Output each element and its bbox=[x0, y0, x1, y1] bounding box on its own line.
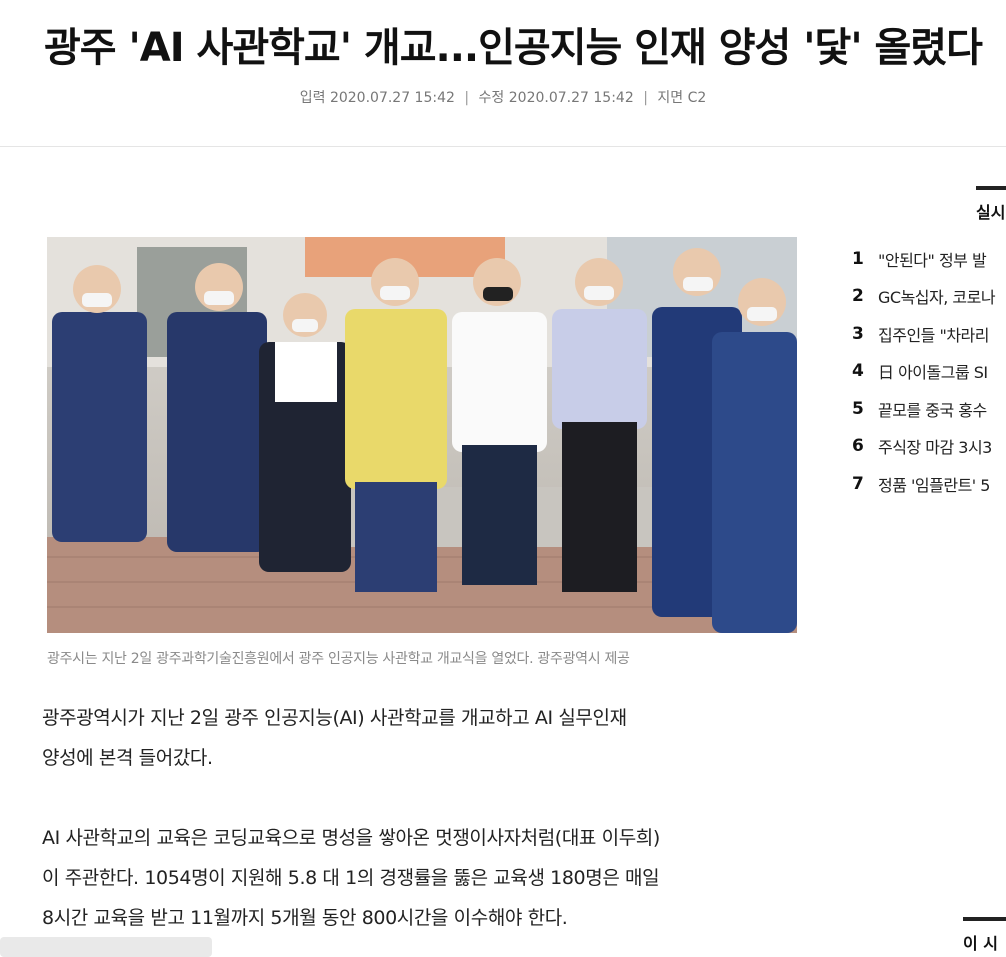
paragraph-line: 이 주관한다. 1054명이 지원해 5.8 대 1의 경쟁률을 뚫은 교육생 … bbox=[42, 867, 660, 889]
ranking-title-bar bbox=[976, 186, 1006, 190]
horizontal-scrollbar[interactable] bbox=[0, 937, 212, 957]
paragraph-line: 8시간 교육을 받고 11월까지 5개월 동안 800시간을 이수해야 한다. bbox=[42, 907, 568, 929]
article-header: 광주 'AI 사관학교' 개교...인공지능 인재 양성 '닻' 올렸다 입력 … bbox=[0, 0, 1006, 147]
ceremony-photo-illustration bbox=[47, 237, 797, 633]
paragraph-line: 광주광역시가 지난 2일 광주 인공지능(AI) 사관학교를 개교하고 AI 실… bbox=[42, 707, 627, 729]
meta-divider: | bbox=[643, 90, 648, 106]
ranking-item[interactable]: 6 주식장 마감 3시3 bbox=[852, 428, 1006, 466]
rank-title[interactable]: 끝모를 중국 홍수 bbox=[878, 397, 987, 421]
rank-number: 7 bbox=[852, 473, 864, 494]
paragraph-line: AI 사관학교의 교육은 코딩교육으로 명성을 쌓아온 멋쟁이사자처럼(대표 이… bbox=[42, 827, 660, 849]
rank-number: 1 bbox=[852, 248, 864, 269]
article-photo bbox=[47, 237, 797, 633]
ranking-item[interactable]: 7 정품 '임플란트' 5 bbox=[852, 465, 1006, 503]
rank-title[interactable]: 주식장 마감 3시3 bbox=[878, 434, 992, 458]
rank-number: 4 bbox=[852, 361, 864, 382]
article-headline: 광주 'AI 사관학교' 개교...인공지능 인재 양성 '닻' 올렸다 bbox=[44, 25, 983, 71]
ranking-item[interactable]: 4 日 아이돌그룹 SI bbox=[852, 353, 1006, 391]
section2-title-bar bbox=[963, 917, 1006, 921]
photo-caption: 광주시는 지난 2일 광주과학기술진흥원에서 광주 인공지능 사관학교 개교식을… bbox=[47, 651, 630, 667]
rank-number: 5 bbox=[852, 398, 864, 419]
rank-title[interactable]: 정품 '임플란트' 5 bbox=[878, 472, 990, 496]
rank-number: 6 bbox=[852, 436, 864, 457]
input-time: 2020.07.27 15:42 bbox=[329, 90, 455, 106]
rank-title[interactable]: "안된다" 정부 발 bbox=[878, 247, 987, 271]
paragraph-line: 양성에 본격 들어갔다. bbox=[42, 747, 213, 769]
section2-title: 이 시 bbox=[963, 934, 999, 953]
rank-number: 2 bbox=[852, 286, 864, 307]
ranking-item[interactable]: 2 GC녹십자, 코로나 bbox=[852, 278, 1006, 316]
ranking-list: 1 "안된다" 정부 발 2 GC녹십자, 코로나 3 집주인들 "차라리 4 … bbox=[852, 240, 1006, 503]
page-label: 지면 bbox=[657, 90, 684, 106]
meta-divider: | bbox=[464, 90, 470, 106]
edit-time: 2020.07.27 15:42 bbox=[508, 90, 634, 106]
ranking-item[interactable]: 3 집주인들 "차라리 bbox=[852, 315, 1006, 353]
article-paragraph: 광주광역시가 지난 2일 광주 인공지능(AI) 사관학교를 개교하고 AI 실… bbox=[42, 698, 812, 778]
page-value: C2 bbox=[687, 90, 707, 106]
ranking-item[interactable]: 5 끝모를 중국 홍수 bbox=[852, 390, 1006, 428]
ranking-item[interactable]: 1 "안된다" 정부 발 bbox=[852, 240, 1006, 278]
rank-title[interactable]: GC녹십자, 코로나 bbox=[878, 284, 996, 308]
article-paragraph: AI 사관학교의 교육은 코딩교육으로 명성을 쌓아온 멋쟁이사자처럼(대표 이… bbox=[42, 818, 812, 938]
rank-number: 3 bbox=[852, 323, 864, 344]
edit-label: 수정 bbox=[478, 90, 505, 106]
rank-title[interactable]: 日 아이돌그룹 SI bbox=[878, 359, 988, 383]
article-meta: 입력 2020.07.27 15:42 | 수정 2020.07.27 15:4… bbox=[0, 87, 1006, 107]
rank-title[interactable]: 집주인들 "차라리 bbox=[878, 322, 990, 346]
ranking-title: 실시 bbox=[976, 203, 1006, 222]
input-label: 입력 bbox=[299, 90, 326, 106]
